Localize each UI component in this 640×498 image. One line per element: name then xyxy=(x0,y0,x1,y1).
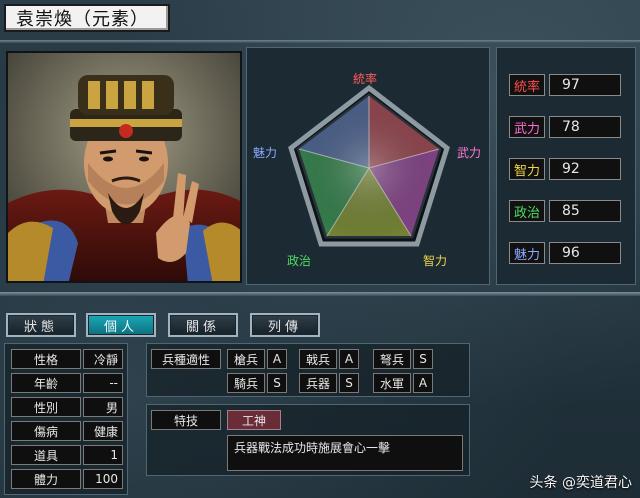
radar-label-politics: 政治 xyxy=(287,254,312,268)
stat-label: 武力 xyxy=(509,116,545,138)
tab-personal[interactable]: 個人 xyxy=(86,313,156,337)
skill-name[interactable]: 工神 xyxy=(227,410,281,430)
troop-type: 騎兵 xyxy=(227,373,265,393)
attr-row-age: 年齡 -- xyxy=(11,373,123,393)
attr-value: 男 xyxy=(83,397,123,417)
attr-value: 1 xyxy=(83,445,123,465)
attr-row-gender: 性別 男 xyxy=(11,397,123,417)
officer-name-title: 袁崇煥（元素） xyxy=(4,4,170,32)
troop-aptitude-header: 兵種適性 xyxy=(151,349,221,369)
stat-label: 統率 xyxy=(509,74,545,96)
troop-grade: A xyxy=(267,349,287,369)
stat-value: 97 xyxy=(549,74,621,96)
stat-value: 78 xyxy=(549,116,621,138)
troop-grade: S xyxy=(413,349,433,369)
stat-row-politics: 政治 85 xyxy=(509,200,621,222)
attr-label: 性別 xyxy=(11,397,81,417)
officer-portrait xyxy=(6,51,242,283)
radar-label-intelligence: 智力 xyxy=(423,254,448,268)
stat-label: 魅力 xyxy=(509,242,545,264)
watermark: 头条 @奕道君心 xyxy=(529,475,632,491)
attr-label: 體力 xyxy=(11,469,81,489)
tab-status[interactable]: 狀態 xyxy=(6,313,76,337)
stats-panel: 統率 97 武力 78 智力 92 政治 85 魅力 96 xyxy=(496,47,636,285)
attribute-panel: 性格 冷靜 年齡 -- 性別 男 傷病 健康 道具 1 體力 100 xyxy=(4,343,128,495)
troop-grade: A xyxy=(339,349,359,369)
attr-label: 年齡 xyxy=(11,373,81,393)
troop-grade: A xyxy=(413,373,433,393)
attr-row-injury: 傷病 健康 xyxy=(11,421,123,441)
troop-type: 戟兵 xyxy=(299,349,337,369)
stat-row-intelligence: 智力 92 xyxy=(509,158,621,180)
radar-label-command: 統率 xyxy=(353,72,378,86)
attr-label: 道具 xyxy=(11,445,81,465)
troop-type: 兵器 xyxy=(299,373,337,393)
radar-label-charisma: 魅力 xyxy=(253,146,278,160)
attr-row-stamina: 體力 100 xyxy=(11,469,123,489)
stat-value: 96 xyxy=(549,242,621,264)
skill-header: 特技 xyxy=(151,410,221,430)
stat-label: 智力 xyxy=(509,158,545,180)
attr-value: -- xyxy=(83,373,123,393)
troop-grade: S xyxy=(267,373,287,393)
attr-label: 傷病 xyxy=(11,421,81,441)
attr-row-items: 道具 1 xyxy=(11,445,123,465)
skill-panel: 特技 工神 兵器戰法成功時施展會心一擊 xyxy=(146,404,470,476)
attr-value: 冷靜 xyxy=(83,349,123,369)
troop-grade: S xyxy=(339,373,359,393)
attr-label: 性格 xyxy=(11,349,81,369)
troop-type: 弩兵 xyxy=(373,349,411,369)
ability-radar-chart: 統率 武力 智力 政治 魅力 xyxy=(246,47,490,285)
troop-type: 槍兵 xyxy=(227,349,265,369)
troop-type: 水軍 xyxy=(373,373,411,393)
skill-description: 兵器戰法成功時施展會心一擊 xyxy=(227,435,463,471)
stat-label: 政治 xyxy=(509,200,545,222)
stat-row-charisma: 魅力 96 xyxy=(509,242,621,264)
tab-relations[interactable]: 關係 xyxy=(168,313,238,337)
stat-row-command: 統率 97 xyxy=(509,74,621,96)
attr-row-personality: 性格 冷靜 xyxy=(11,349,123,369)
stat-value: 85 xyxy=(549,200,621,222)
middle-divider xyxy=(0,292,640,296)
stat-row-war: 武力 78 xyxy=(509,116,621,138)
troop-aptitude-panel: 兵種適性 槍兵 A 戟兵 A 弩兵 S 騎兵 S 兵器 S 水軍 A xyxy=(146,343,470,397)
attr-value: 健康 xyxy=(83,421,123,441)
top-divider xyxy=(0,40,640,43)
radar-label-war: 武力 xyxy=(457,146,482,160)
tab-biography[interactable]: 列傳 xyxy=(250,313,320,337)
attr-value: 100 xyxy=(83,469,123,489)
stat-value: 92 xyxy=(549,158,621,180)
